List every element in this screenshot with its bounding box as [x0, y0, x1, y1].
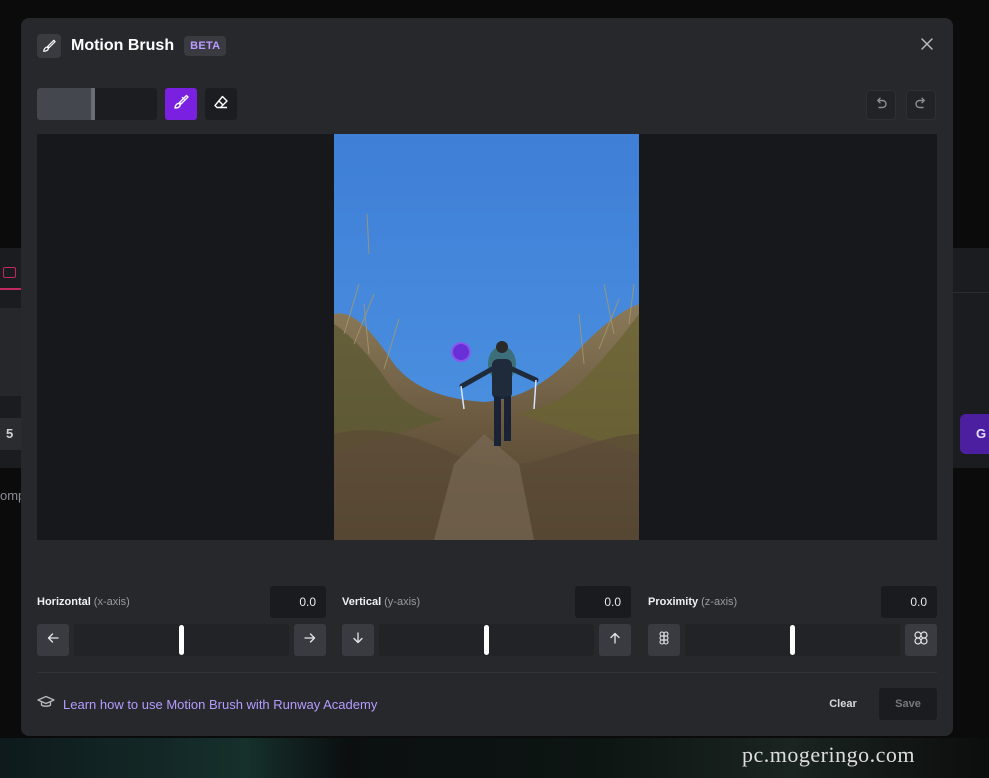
background-image-tab[interactable]: [0, 258, 22, 290]
axis-title: Vertical: [342, 596, 382, 608]
undo-button[interactable]: [866, 90, 896, 120]
proximity-axis-label: Proximity (z-axis): [648, 596, 737, 608]
vertical-axis-label: Vertical (y-axis): [342, 596, 420, 608]
axis-title: Proximity: [648, 596, 699, 608]
background-prompt-area: [0, 308, 22, 396]
save-button[interactable]: Save: [879, 688, 937, 720]
clear-button[interactable]: Clear: [817, 688, 869, 720]
image-icon: [3, 267, 16, 278]
arrow-right-icon: [304, 631, 316, 649]
move-left-button[interactable]: [37, 624, 69, 656]
proximity-value-field[interactable]: 0.0: [881, 586, 937, 618]
background-counter[interactable]: 5: [0, 418, 22, 450]
horizontal-slider-thumb[interactable]: [179, 625, 184, 655]
move-up-button[interactable]: [599, 624, 631, 656]
move-farther-button[interactable]: [905, 624, 937, 656]
vertical-axis-control: Vertical (y-axis) 0.0: [342, 586, 631, 656]
proximity-slider-row: [648, 624, 937, 656]
move-right-button[interactable]: [294, 624, 326, 656]
proximity-axis-control: Proximity (z-axis) 0.0: [648, 586, 937, 656]
paintbrush-icon: [37, 34, 61, 58]
brush-size-slider[interactable]: [37, 88, 157, 120]
redo-button[interactable]: [906, 90, 936, 120]
proximity-slider-thumb[interactable]: [790, 625, 795, 655]
footer-divider: [37, 672, 937, 673]
cluster-large-icon: [914, 630, 928, 650]
horizontal-slider-row: [37, 624, 326, 656]
horizontal-value-field[interactable]: 0.0: [270, 586, 326, 618]
brush-toolbar: [37, 88, 937, 120]
source-image[interactable]: [334, 134, 639, 540]
brush-size-fill: [37, 88, 91, 120]
cluster-small-icon: [658, 630, 670, 650]
beta-badge: BETA: [184, 36, 227, 56]
close-button[interactable]: [917, 36, 937, 56]
close-icon: [920, 37, 934, 56]
horizontal-axis-control: Horizontal (x-axis) 0.0: [37, 586, 326, 656]
redo-icon: [914, 96, 928, 115]
paintbrush-icon: [173, 94, 189, 115]
vertical-value-field[interactable]: 0.0: [575, 586, 631, 618]
background-divider: [953, 292, 989, 312]
brush-tool-button[interactable]: [165, 88, 197, 120]
axis-subtitle: (z-axis): [701, 596, 738, 608]
brush-canvas[interactable]: [37, 134, 937, 540]
dialog-header: Motion Brush BETA: [37, 34, 227, 58]
eraser-icon: [213, 94, 229, 115]
brush-cursor[interactable]: [451, 342, 471, 362]
vertical-slider[interactable]: [379, 624, 594, 656]
dialog-title: Motion Brush: [71, 37, 175, 54]
axis-subtitle: (x-axis): [93, 596, 130, 608]
move-down-button[interactable]: [342, 624, 374, 656]
undo-icon: [874, 96, 888, 115]
proximity-slider[interactable]: [685, 624, 900, 656]
horizontal-slider[interactable]: [74, 624, 289, 656]
vertical-slider-row: [342, 624, 631, 656]
academy-link-text[interactable]: Learn how to use Motion Brush with Runwa…: [63, 697, 377, 712]
academy-link[interactable]: Learn how to use Motion Brush with Runwa…: [37, 695, 377, 714]
eraser-tool-button[interactable]: [205, 88, 237, 120]
horizontal-axis-label: Horizontal (x-axis): [37, 596, 130, 608]
motion-axes: Horizontal (x-axis) 0.0 Vertical (y-axis) …: [37, 586, 937, 656]
motion-brush-dialog: Motion Brush BETA Horizontal (x-axis) 0.…: [21, 18, 953, 736]
graduation-cap-icon: [37, 695, 55, 714]
move-closer-button[interactable]: [648, 624, 680, 656]
arrow-down-icon: [352, 631, 364, 649]
brush-size-thumb[interactable]: [91, 88, 95, 120]
watermark: pc.mogeringo.com: [742, 742, 915, 767]
background-generate-button[interactable]: G: [960, 414, 989, 454]
vertical-slider-thumb[interactable]: [484, 625, 489, 655]
arrow-left-icon: [47, 631, 59, 649]
dialog-footer: Learn how to use Motion Brush with Runwa…: [37, 688, 937, 720]
axis-subtitle: (y-axis): [384, 596, 421, 608]
arrow-up-icon: [609, 631, 621, 649]
axis-title: Horizontal: [37, 596, 91, 608]
